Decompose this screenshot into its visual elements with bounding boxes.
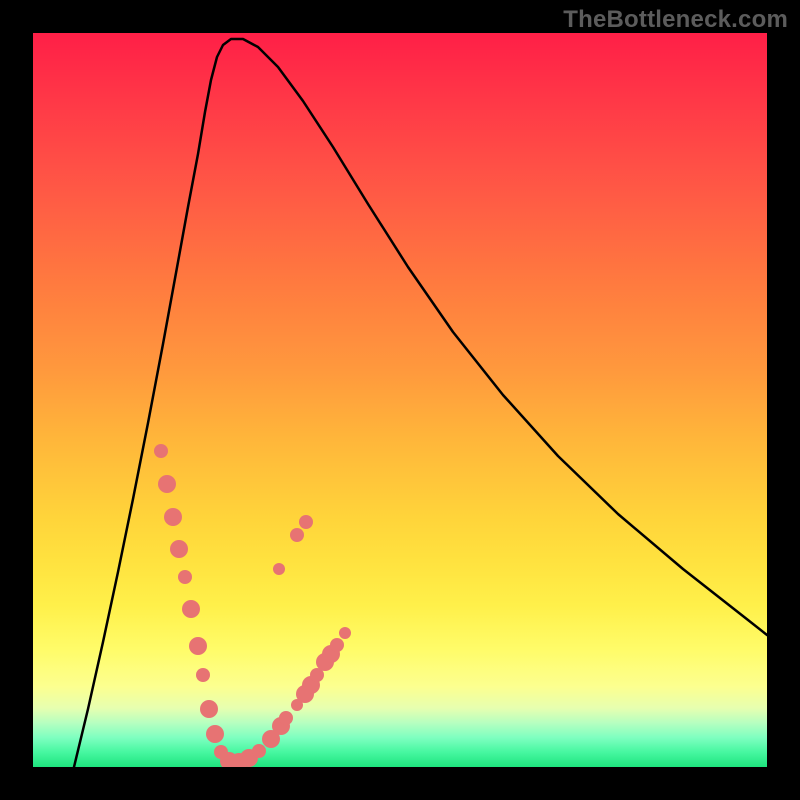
marker-dot — [339, 627, 351, 639]
marker-dot — [196, 668, 210, 682]
marker-dot — [273, 563, 285, 575]
marker-dot — [178, 570, 192, 584]
plot-svg — [33, 33, 767, 767]
marker-dot — [252, 744, 266, 758]
marker-dot — [200, 700, 218, 718]
plot-area — [33, 33, 767, 767]
marker-dot — [206, 725, 224, 743]
watermark-text: TheBottleneck.com — [563, 6, 788, 34]
marker-dot — [182, 600, 200, 618]
marker-dot — [170, 540, 188, 558]
marker-dot — [299, 515, 313, 529]
chart-frame: TheBottleneck.com — [0, 0, 800, 800]
curve-markers — [154, 444, 351, 767]
marker-dot — [158, 475, 176, 493]
bottleneck-curve — [74, 39, 767, 767]
marker-dot — [164, 508, 182, 526]
marker-dot — [290, 528, 304, 542]
marker-dot — [330, 638, 344, 652]
marker-dot — [279, 711, 293, 725]
marker-dot — [189, 637, 207, 655]
marker-dot — [154, 444, 168, 458]
